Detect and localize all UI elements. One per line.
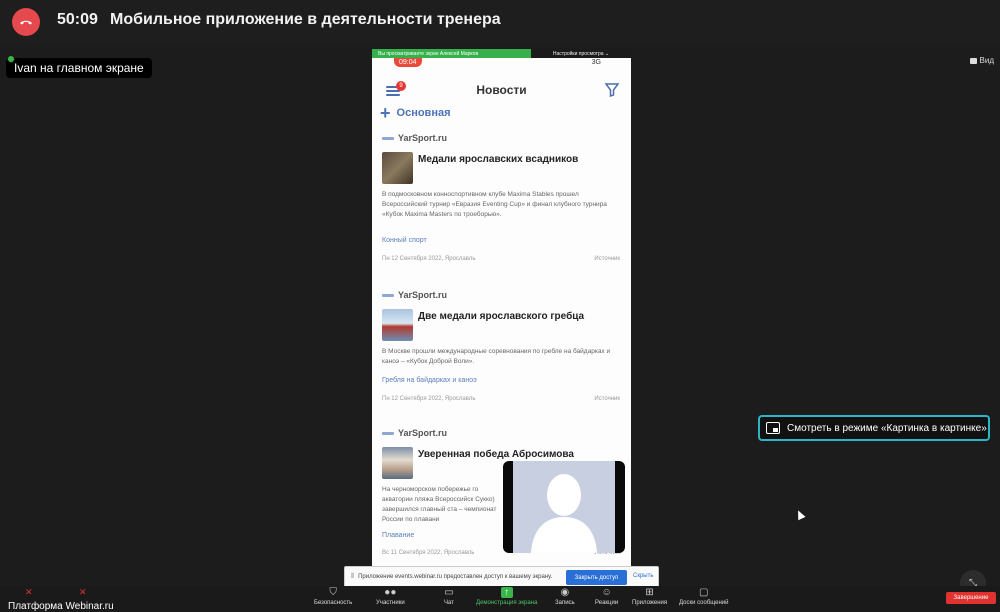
news-card[interactable]: YarSport.ru Две медали ярославского греб… (382, 289, 622, 402)
news-category[interactable]: Гребля на байдарках и каноэ (382, 377, 477, 384)
source-icon (382, 293, 394, 297)
signal-indicator: 3G (591, 59, 601, 66)
news-description: На черноморском побережье го акватории п… (382, 486, 497, 523)
toolbar-label: Доски сообщений (679, 600, 729, 606)
toolbar-label: Участники (376, 600, 405, 606)
presenter-label: Ivan на главном экране (6, 58, 152, 78)
meeting-title: Мобильное приложение в деятельности трен… (110, 11, 501, 28)
news-card[interactable]: YarSport.ru Уверенная победа Абросимова … (382, 427, 622, 556)
mic-muted-icon[interactable]: ✕ (25, 587, 33, 598)
main-category-label: Основная (396, 107, 451, 119)
news-source: YarSport.ru (382, 132, 622, 144)
whiteboards-button[interactable]: ▢ Доски сообщений (679, 586, 729, 612)
view-menu[interactable]: Вид (969, 56, 994, 65)
screen-share-notice: ⦀ Приложение events.webinar.ru предостав… (344, 566, 659, 588)
meeting-timer: 50:09 (57, 11, 98, 28)
security-button[interactable]: ⛉ Безопасность (314, 586, 352, 612)
presenter-label-text: Ivan на главном экране (14, 61, 144, 75)
toolbar-label: Запись (555, 600, 575, 606)
news-source-label: YarSport.ru (398, 428, 448, 438)
news-meta: Пн 12 Сентября 2022, Ярославль Источник (382, 256, 622, 262)
meeting-header: 50:09 Мобильное приложение в деятельност… (0, 0, 1000, 44)
source-icon (382, 431, 394, 435)
avatar-placeholder (513, 461, 615, 553)
person-silhouette-icon (531, 474, 597, 553)
share-screen-button[interactable]: ↑ Демонстрация экрана (476, 586, 537, 612)
whiteboard-icon: ▢ (699, 587, 709, 598)
news-thumbnail (382, 152, 413, 184)
news-description: В Москве прошли международные соревнован… (382, 348, 611, 365)
apps-button[interactable]: ⊞ Приложения (632, 586, 667, 612)
news-thumbnail (382, 447, 413, 479)
end-call-button[interactable] (12, 8, 40, 36)
plus-icon: + (380, 103, 391, 123)
record-button[interactable]: ◉ Запись (555, 586, 575, 612)
platform-label: Платформа Webinar.ru (8, 601, 114, 612)
phone-hangup-icon (20, 20, 32, 25)
people-icon: ●● (384, 587, 397, 598)
news-date: Пн 12 Сентября 2022, Ярославль (382, 256, 476, 262)
meeting-window: 50:09 Мобильное приложение в деятельност… (0, 0, 1000, 612)
apps-icon: ⊞ (645, 587, 654, 598)
news-headline[interactable]: Две медали ярославского гребца (382, 309, 622, 341)
view-icon (969, 57, 977, 64)
news-date: Вс 11 Сентября 2022, Ярославль (382, 550, 475, 556)
reaction-icon: ☺ (601, 587, 612, 598)
main-category[interactable]: + Основная (380, 103, 451, 123)
phone-time: 09:04 (394, 58, 422, 67)
stop-sharing-button[interactable]: Закрыть доступ (566, 570, 627, 585)
toolbar-label: Реакции (595, 600, 619, 606)
news-thumbnail (382, 309, 413, 341)
view-label: Вид (979, 56, 994, 65)
info-icon: ⦀ (351, 573, 355, 580)
news-source: YarSport.ru (382, 427, 622, 439)
news-category[interactable]: Плавание (382, 532, 414, 539)
reactions-button[interactable]: ☺ Реакции (595, 586, 618, 612)
pip-icon (766, 422, 780, 434)
news-headline-text: Уверенная победа Абросимова (418, 449, 574, 460)
notice-text: Приложение events.webinar.ru предоставле… (358, 574, 553, 580)
hide-notice-link[interactable]: Скрыть (633, 573, 653, 579)
page-title: Новости (476, 83, 527, 97)
news-source-label: YarSport.ru (398, 290, 448, 300)
news-date: Пн 12 Сентября 2022, Ярославль (382, 396, 476, 402)
toolbar-label: Чат (444, 600, 454, 606)
record-icon: ◉ (560, 587, 570, 598)
view-options-button[interactable]: Настройки просмотра ⌄ (531, 49, 631, 58)
news-source-link[interactable]: Источник (594, 256, 620, 262)
news-source: YarSport.ru (382, 289, 622, 301)
mouse-cursor-icon (794, 508, 806, 521)
active-speaker-dot (7, 55, 15, 63)
news-headline-text: Медали ярославских всадников (418, 154, 579, 165)
filter-icon[interactable] (605, 83, 619, 97)
camera-off-icon[interactable]: ✕ (79, 587, 87, 598)
share-icon: ↑ (500, 587, 513, 598)
chat-icon: ▭ (444, 587, 454, 598)
news-description: В подмосковном конноспортивном клубе Max… (382, 191, 607, 218)
share-banner-text: Вы просматриваете экран Алексей Марков (378, 50, 479, 57)
toolbar-label: Демонстрация экрана (476, 600, 538, 606)
picture-in-picture-button[interactable]: Смотреть в режиме «Картинка в картинке» (758, 415, 990, 441)
news-headline[interactable]: Медали ярославских всадников (382, 152, 622, 184)
news-source-link[interactable]: Источник (594, 396, 620, 402)
news-category[interactable]: Конный спорт (382, 237, 427, 244)
shield-icon: ⛉ (329, 587, 337, 598)
toolbar-label: Приложения (632, 600, 668, 606)
participant-video[interactable] (503, 461, 625, 553)
news-headline-text: Две медали ярославского гребца (418, 311, 585, 322)
phone-status-bar: 09:04 3G (372, 58, 631, 68)
news-meta: Пн 12 Сентября 2022, Ярославль Источник (382, 396, 622, 402)
end-meeting-button[interactable]: Завершение (946, 592, 996, 604)
share-banner: Вы просматриваете экран Алексей Марков Н… (372, 49, 631, 58)
participants-button[interactable]: ●● Участники (376, 586, 405, 612)
toolbar-label: Безопасность (314, 600, 353, 606)
news-source-label: YarSport.ru (398, 133, 448, 143)
chat-button[interactable]: ▭ Чат (443, 586, 455, 612)
pip-label: Смотреть в режиме «Картинка в картинке» (787, 422, 987, 434)
source-icon (382, 136, 394, 140)
news-card[interactable]: YarSport.ru Медали ярославских всадников… (382, 132, 622, 262)
